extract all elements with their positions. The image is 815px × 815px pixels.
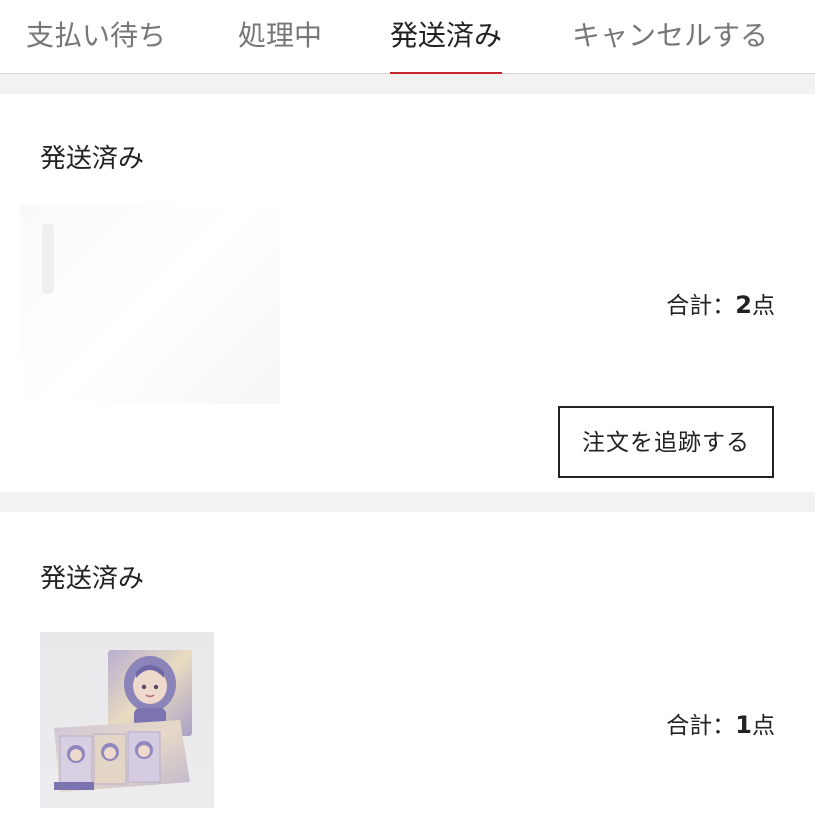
tab-cancel[interactable]: キャンセルする bbox=[572, 14, 768, 74]
product-thumbnail[interactable] bbox=[40, 632, 214, 808]
order-status-label: 発送済み bbox=[40, 564, 145, 594]
tab-label: 処理中 bbox=[238, 19, 323, 52]
product-thumbnail[interactable] bbox=[20, 204, 280, 404]
section-gap bbox=[0, 74, 815, 94]
order-status-tabs: 支払い待ち 処理中 発送済み キャンセルする bbox=[0, 0, 815, 75]
tab-shipped[interactable]: 発送済み bbox=[390, 14, 503, 75]
order-card[interactable]: 発送済み 合計：2点 注文を追跡する bbox=[0, 94, 815, 492]
order-total-unit: 点 bbox=[752, 293, 775, 319]
order-card[interactable]: 発送済み 合計：1点 bbox=[0, 512, 815, 815]
order-total: 合計：2点 bbox=[666, 286, 775, 320]
tab-label: キャンセルする bbox=[572, 19, 769, 52]
tab-awaiting-payment[interactable]: 支払い待ち bbox=[26, 14, 166, 74]
order-status-label: 発送済み bbox=[40, 144, 145, 174]
order-total: 合計：1点 bbox=[666, 706, 775, 740]
track-order-button[interactable]: 注文を追跡する bbox=[558, 406, 774, 478]
order-total-count: 1 bbox=[735, 711, 752, 739]
blind-box-product-image bbox=[40, 632, 214, 808]
order-total-unit: 点 bbox=[752, 713, 775, 739]
tab-label: 発送済み bbox=[390, 19, 503, 52]
order-total-prefix: 合計： bbox=[666, 293, 736, 319]
order-total-prefix: 合計： bbox=[666, 713, 736, 739]
order-total-count: 2 bbox=[735, 291, 752, 319]
tab-processing[interactable]: 処理中 bbox=[238, 14, 322, 74]
tab-label: 支払い待ち bbox=[26, 19, 167, 52]
